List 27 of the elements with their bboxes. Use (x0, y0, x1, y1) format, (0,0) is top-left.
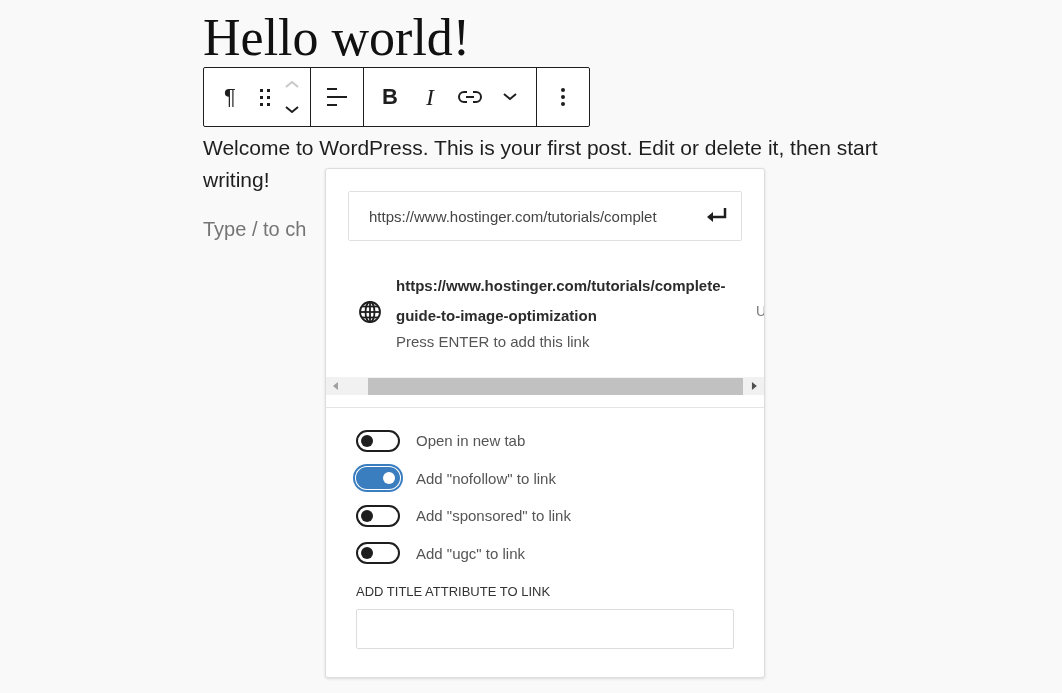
toggle-label: Add "nofollow" to link (416, 469, 556, 487)
drag-handle-icon (259, 88, 271, 106)
toggle-label: Open in new tab (416, 432, 526, 450)
post-title[interactable]: Hello world! (203, 10, 471, 62)
align-left-icon (326, 87, 348, 107)
bold-button[interactable]: B (370, 68, 410, 126)
chevron-down-icon (502, 92, 518, 102)
paragraph-button[interactable]: ¶ (210, 68, 250, 126)
scrollbar[interactable] (326, 377, 764, 395)
chevron-down-icon (284, 105, 300, 115)
toggle-label: Add "ugc" to link (416, 544, 526, 562)
italic-button[interactable]: I (410, 68, 450, 126)
suggestion-url[interactable]: https://www.hostinger.com/tutorials/complete-guide-to-image-optimization (396, 271, 741, 331)
toggle-switch[interactable] (356, 504, 400, 527)
suggestion-hint: Press ENTER to add this link (396, 332, 591, 352)
toggle-switch[interactable] (356, 467, 400, 490)
chevron-up-icon (284, 79, 300, 89)
link-icon (458, 90, 482, 104)
toggle-switch[interactable] (356, 429, 400, 452)
enter-icon (705, 205, 729, 224)
toggle-label: Add "sponsored" to link (416, 507, 571, 525)
toggle-switch[interactable] (356, 542, 400, 565)
field-label: ADD TITLE ATTRIBUTE TO LINK (356, 584, 552, 599)
globe-icon (358, 300, 382, 324)
block-placeholder[interactable]: Type / to ch (203, 218, 307, 241)
more-options-icon (561, 88, 565, 106)
title-attribute-field[interactable] (356, 609, 734, 649)
